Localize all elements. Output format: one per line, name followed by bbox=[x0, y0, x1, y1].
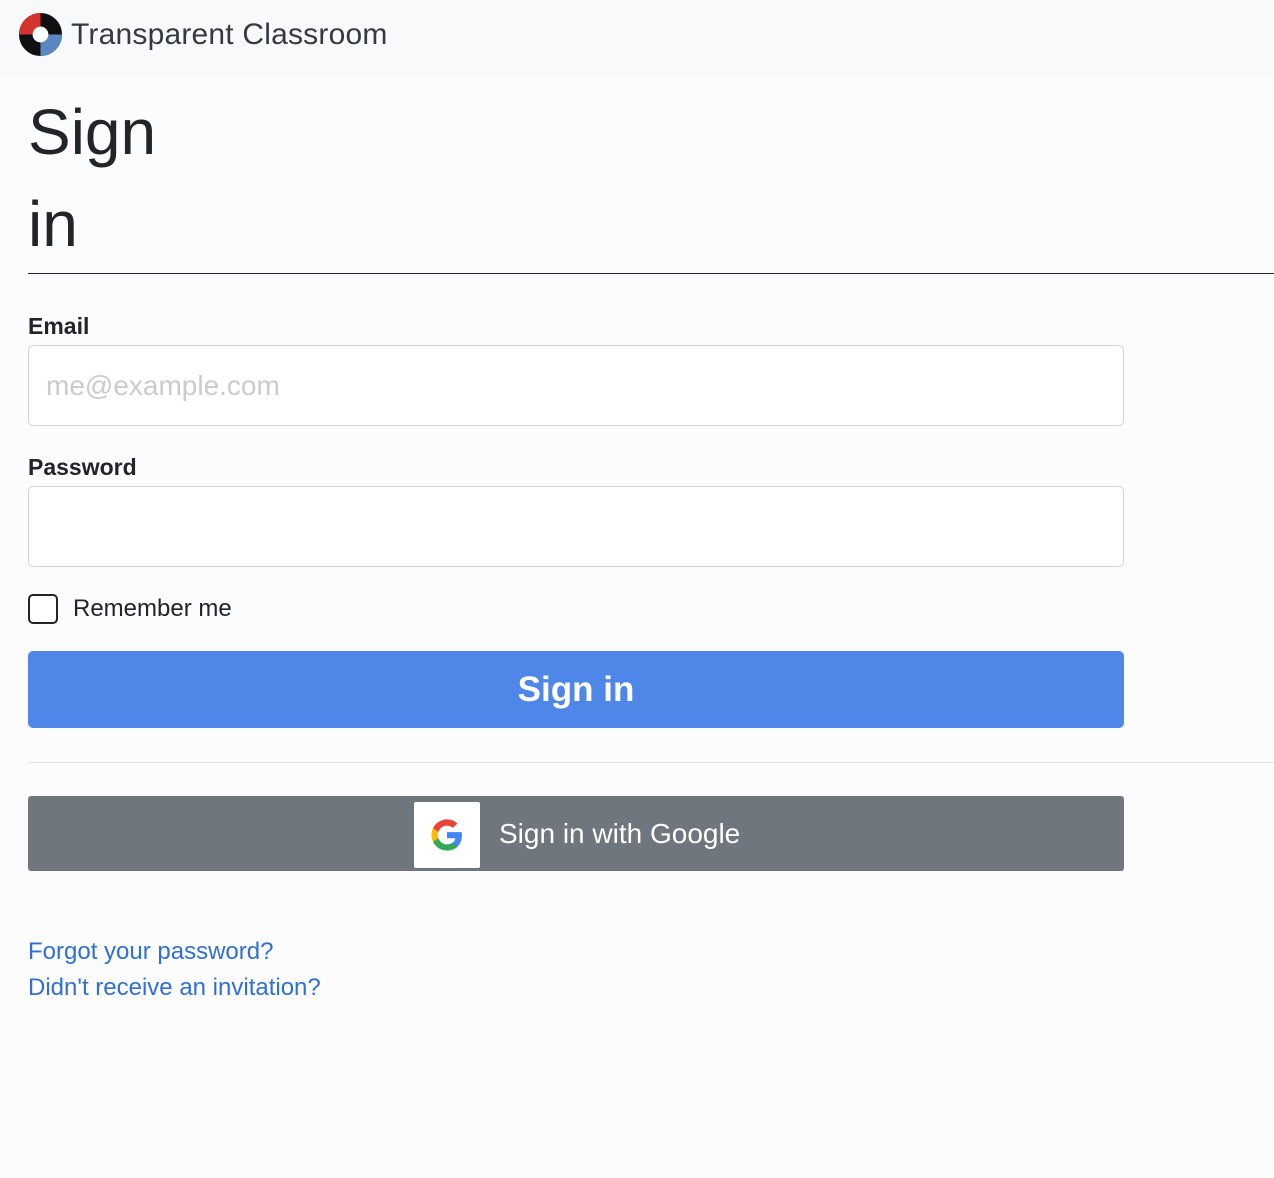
section-divider bbox=[28, 762, 1274, 763]
brand-name: Transparent Classroom bbox=[71, 17, 388, 51]
no-invitation-link[interactable]: Didn't receive an invitation? bbox=[28, 974, 321, 1002]
password-field[interactable] bbox=[28, 486, 1124, 567]
google-button-label: Sign in with Google bbox=[499, 818, 741, 849]
title-underline bbox=[28, 273, 1274, 274]
sign-in-button[interactable]: Sign in bbox=[28, 651, 1124, 728]
page-title: Sign in bbox=[28, 96, 157, 260]
google-icon-badge bbox=[414, 802, 480, 868]
google-g-icon bbox=[431, 819, 462, 851]
password-label: Password bbox=[28, 454, 137, 480]
brand-link[interactable]: Transparent Classroom bbox=[18, 12, 388, 57]
remember-me-label[interactable]: Remember me bbox=[73, 595, 232, 623]
remember-me-checkbox[interactable] bbox=[28, 594, 58, 624]
forgot-password-link[interactable]: Forgot your password? bbox=[28, 938, 273, 966]
remember-me-row[interactable]: Remember me bbox=[28, 594, 232, 624]
email-label: Email bbox=[28, 313, 90, 339]
top-navbar: Transparent Classroom bbox=[0, 0, 1274, 78]
email-field[interactable] bbox=[28, 345, 1124, 426]
sign-in-with-google-button[interactable]: Sign in with Google bbox=[28, 796, 1124, 871]
transparent-classroom-logo-icon bbox=[18, 12, 63, 57]
